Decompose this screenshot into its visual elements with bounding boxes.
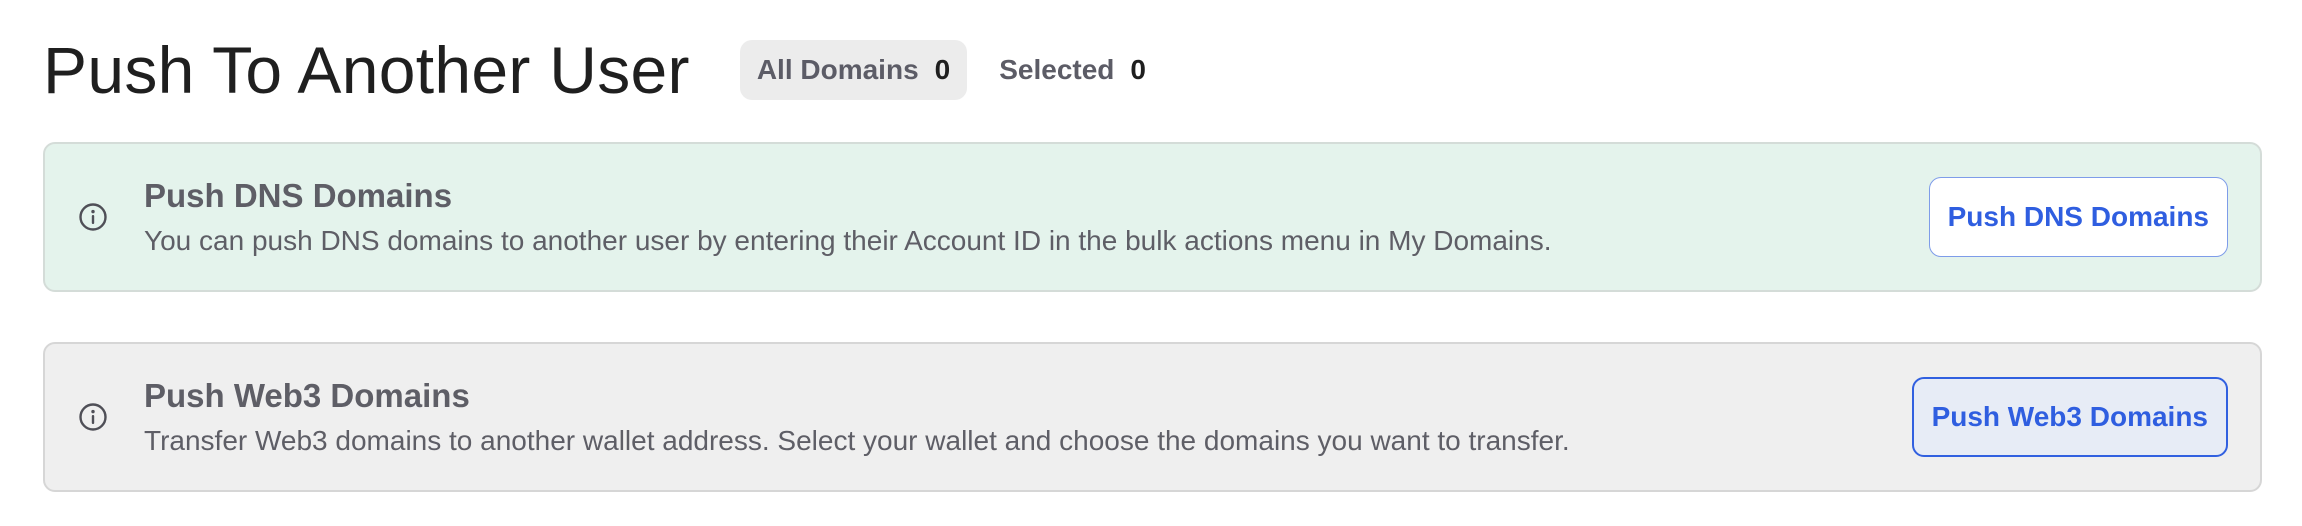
push-web3-button[interactable]: Push Web3 Domains bbox=[1911, 377, 2228, 457]
page-header: Push To Another User All Domains 0 Selec… bbox=[43, 0, 2259, 140]
push-dns-card: Push DNS Domains You can push DNS domain… bbox=[43, 142, 2262, 292]
push-web3-description: Transfer Web3 domains to another wallet … bbox=[144, 425, 1570, 456]
tab-all-domains[interactable]: All Domains 0 bbox=[739, 40, 968, 100]
page-title: Push To Another User bbox=[43, 33, 690, 107]
tab-selected-label: Selected bbox=[999, 54, 1115, 85]
push-web3-title: Push Web3 Domains bbox=[144, 377, 470, 414]
info-icon bbox=[77, 201, 109, 233]
push-web3-text: Push Web3 Domains Transfer Web3 domains … bbox=[144, 377, 1912, 457]
page: Push To Another User All Domains 0 Selec… bbox=[0, 0, 2302, 526]
push-dns-button[interactable]: Push DNS Domains bbox=[1928, 177, 2228, 257]
tab-selected-count: 0 bbox=[1130, 54, 1146, 85]
push-dns-description: You can push DNS domains to another user… bbox=[144, 225, 1552, 256]
push-dns-title: Push DNS Domains bbox=[144, 177, 453, 214]
push-dns-text: Push DNS Domains You can push DNS domain… bbox=[144, 177, 1929, 257]
info-icon bbox=[77, 401, 109, 433]
tab-all-domains-label: All Domains bbox=[756, 54, 919, 85]
tab-selected[interactable]: Selected 0 bbox=[982, 40, 1163, 100]
push-web3-card: Push Web3 Domains Transfer Web3 domains … bbox=[43, 342, 2262, 492]
tab-all-domains-count: 0 bbox=[934, 54, 951, 85]
